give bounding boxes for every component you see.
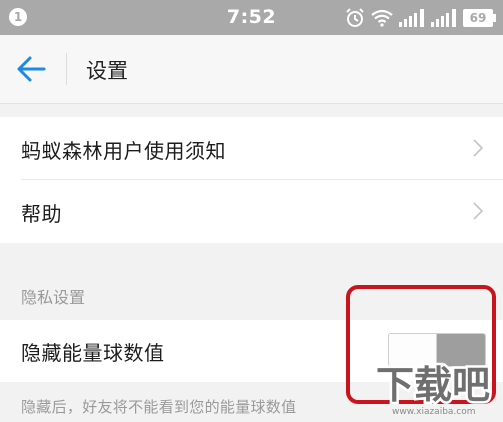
arrow-left-icon [17, 56, 46, 82]
svg-text:下载吧: 下载吧 [376, 363, 490, 407]
list-item-label: 蚂蚁森林用户使用须知 [21, 139, 226, 163]
watermark-logo: 下载吧 下载吧 www.xiazaiba.com [374, 361, 493, 418]
back-button[interactable] [14, 53, 50, 85]
wifi-icon [371, 9, 393, 27]
title-divider [66, 53, 67, 85]
section-header-privacy: 隐私设置 [21, 288, 86, 307]
list-item-label: 帮助 [21, 202, 62, 226]
alarm-icon [346, 8, 364, 27]
privacy-hint: 隐藏后，好友将不能看到您的能量球数值 [21, 398, 297, 416]
toggle-label: 隐藏能量球数值 [21, 341, 165, 365]
list-item-user-notice[interactable]: 蚂蚁森林用户使用须知 [0, 117, 503, 180]
title-bar: 设置 [0, 35, 503, 104]
status-bar: 1 7:52 69 [0, 0, 503, 35]
page-title: 设置 [86, 59, 128, 83]
signal-icon [431, 9, 456, 27]
svg-text:www.xiazaiba.com: www.xiazaiba.com [392, 407, 476, 417]
signal-icon [399, 9, 424, 27]
list-item-help[interactable]: 帮助 [0, 180, 503, 243]
chevron-right-icon [473, 202, 483, 220]
status-icons: 69 [345, 7, 496, 29]
battery-icon: 69 [463, 9, 496, 27]
menu-card: 蚂蚁森林用户使用须知 帮助 [0, 117, 503, 243]
chevron-right-icon [473, 139, 483, 157]
